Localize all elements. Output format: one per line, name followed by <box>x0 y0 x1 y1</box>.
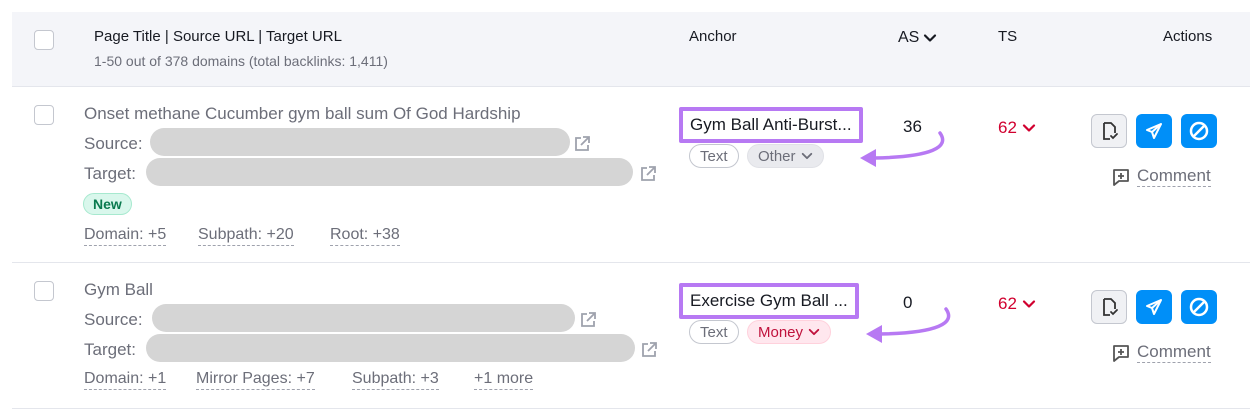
table-header: Page Title | Source URL | Target URL 1-5… <box>12 12 1250 87</box>
export-button[interactable] <box>1091 290 1127 324</box>
ts-score[interactable]: 62 <box>998 294 1036 314</box>
anchor-text[interactable]: Gym Ball Anti-Burst... <box>679 107 863 143</box>
chevron-down-icon <box>1022 124 1036 132</box>
table-row: Onset methane Cucumber gym ball sum Of G… <box>12 87 1250 263</box>
target-label: Target: <box>84 340 136 359</box>
anchor-category-label: Other <box>758 147 796 165</box>
select-all-checkbox[interactable] <box>34 30 54 50</box>
row-checkbox[interactable] <box>34 105 54 125</box>
source-label: Source: <box>84 134 143 153</box>
more-links[interactable]: +1 more <box>474 370 534 390</box>
disavow-button[interactable] <box>1181 114 1217 148</box>
target-url-redacted[interactable] <box>146 334 635 362</box>
anchor-category-dropdown[interactable]: Other <box>747 144 824 168</box>
external-link-icon[interactable] <box>573 135 591 153</box>
domain-link[interactable]: Domain: +1 <box>84 370 167 390</box>
block-icon <box>1189 297 1209 317</box>
ts-score[interactable]: 62 <box>998 118 1036 138</box>
anchor-type-label: Text <box>700 323 728 341</box>
new-badge: New <box>83 193 132 215</box>
anchor-type-label: Text <box>700 147 728 165</box>
chevron-down-icon <box>924 34 937 42</box>
subpath-link[interactable]: Subpath: +20 <box>198 226 294 246</box>
comment-plus-icon <box>1113 168 1129 186</box>
page-title[interactable]: Onset methane Cucumber gym ball sum Of G… <box>84 104 521 124</box>
source-url-redacted[interactable] <box>152 304 575 332</box>
chevron-down-icon <box>1022 300 1036 308</box>
source-label: Source: <box>84 310 143 329</box>
ts-score-value: 62 <box>998 294 1017 313</box>
comment-label: Comment <box>1137 342 1211 363</box>
comment-label: Comment <box>1137 166 1211 187</box>
backlinks-table: Page Title | Source URL | Target URL 1-5… <box>12 12 1250 415</box>
col-header-actions: Actions <box>1163 28 1213 45</box>
comment-plus-icon <box>1113 344 1129 362</box>
col-header-as-label: AS <box>898 29 920 46</box>
chevron-down-icon <box>808 328 820 336</box>
comment-button[interactable]: Comment <box>1111 342 1211 363</box>
anchor-category-dropdown[interactable]: Money <box>747 320 832 344</box>
anchor-category-label: Money <box>758 323 804 341</box>
page-title[interactable]: Gym Ball <box>84 280 153 300</box>
export-button[interactable] <box>1091 114 1127 148</box>
target-url-redacted[interactable] <box>146 158 633 186</box>
as-score: 36 <box>903 117 922 136</box>
row-checkbox[interactable] <box>34 281 54 301</box>
root-link[interactable]: Root: +38 <box>330 226 400 246</box>
anchor-type-tag: Text <box>689 144 739 168</box>
send-icon <box>1146 123 1162 139</box>
col-header-as[interactable]: AS <box>898 29 937 47</box>
send-button[interactable] <box>1136 114 1172 148</box>
as-score: 0 <box>903 293 913 312</box>
external-link-icon[interactable] <box>639 165 657 183</box>
curved-arrow-icon <box>860 131 945 167</box>
anchor-text[interactable]: Exercise Gym Ball ... <box>679 283 859 319</box>
domain-link[interactable]: Domain: +5 <box>84 226 167 246</box>
disavow-button[interactable] <box>1181 290 1217 324</box>
target-label: Target: <box>84 164 136 183</box>
table-row: Gym Ball Source: Target: Domain: +1 Mirr… <box>12 263 1250 409</box>
send-icon <box>1146 299 1162 315</box>
external-link-icon[interactable] <box>640 341 658 359</box>
source-url-redacted[interactable] <box>150 128 570 156</box>
export-doc-icon <box>1103 122 1118 140</box>
chevron-down-icon <box>801 152 812 160</box>
comment-button[interactable]: Comment <box>1111 166 1211 187</box>
col-header-ts[interactable]: TS <box>998 28 1017 45</box>
send-button[interactable] <box>1136 290 1172 324</box>
subpath-link[interactable]: Subpath: +3 <box>352 370 439 390</box>
ts-score-value: 62 <box>998 118 1017 137</box>
block-icon <box>1189 121 1209 141</box>
col-header-anchor[interactable]: Anchor <box>689 28 737 45</box>
col-header-title[interactable]: Page Title | Source URL | Target URL <box>94 28 342 45</box>
mirror-pages-link[interactable]: Mirror Pages: +7 <box>196 370 315 390</box>
export-doc-icon <box>1103 298 1118 316</box>
external-link-icon[interactable] <box>579 311 597 329</box>
col-header-subtitle: 1-50 out of 378 domains (total backlinks… <box>94 53 388 69</box>
anchor-type-tag: Text <box>689 320 739 344</box>
